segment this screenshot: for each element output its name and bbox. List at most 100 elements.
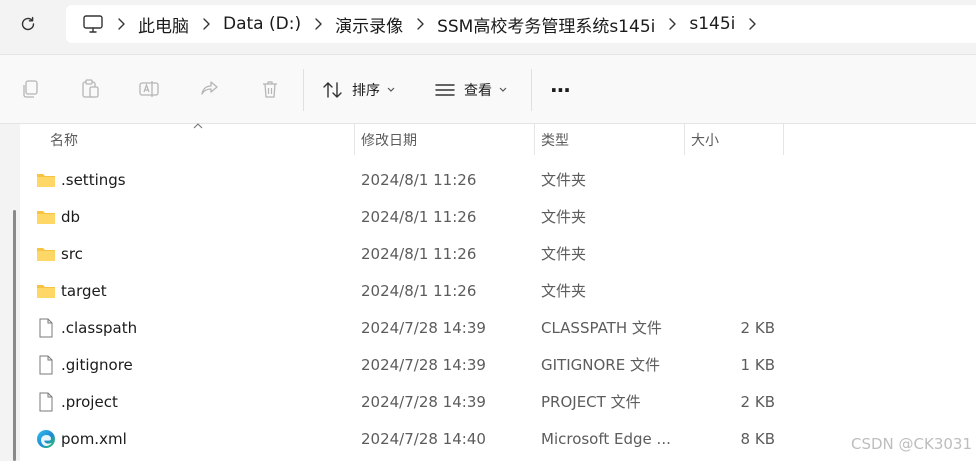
- column-divider[interactable]: [354, 124, 355, 155]
- paste-button[interactable]: [78, 77, 102, 101]
- breadcrumb-separator-icon[interactable]: [735, 17, 769, 31]
- folder-icon: [37, 174, 55, 187]
- view-list-icon: [435, 84, 455, 96]
- file-type: 文件夹: [541, 282, 587, 300]
- share-icon: [201, 81, 218, 95]
- file-size: 8 KB: [740, 429, 775, 448]
- file-date: 2024/8/1 11:26: [361, 244, 477, 263]
- file-row[interactable]: target 2024/8/1 11:26 文件夹: [10, 272, 976, 309]
- folder-icon: [37, 211, 55, 224]
- share-button[interactable]: [198, 77, 222, 101]
- file-date: 2024/7/28 14:39: [361, 355, 486, 374]
- command-bar: 排序 查看 ···: [0, 54, 976, 124]
- file-icon: [39, 355, 53, 375]
- file-row[interactable]: pom.xml 2024/7/28 14:40 Microsoft Edge .…: [10, 420, 976, 457]
- column-header-date[interactable]: 修改日期: [361, 124, 531, 155]
- sort-label: 排序: [352, 83, 380, 99]
- refresh-button[interactable]: [14, 10, 42, 38]
- address-box[interactable]: 此电脑 Data (D:) 演示录像 SSM高校考务管理系统s145i s145…: [66, 5, 976, 43]
- file-date: 2024/8/1 11:26: [361, 207, 477, 226]
- breadcrumb-current-folder[interactable]: s145i: [689, 14, 735, 34]
- file-size: [690, 161, 775, 198]
- column-header-date-label: 修改日期: [361, 132, 417, 149]
- copy-icon: [23, 80, 38, 98]
- file-date: 2024/7/28 14:40: [361, 429, 486, 448]
- file-type: 文件夹: [541, 245, 587, 263]
- file-size: [690, 198, 775, 235]
- breadcrumb-separator-icon[interactable]: [189, 17, 223, 31]
- file-name: db: [61, 207, 81, 226]
- sort-icon: [323, 82, 342, 98]
- column-header-size[interactable]: 大小: [691, 124, 781, 155]
- file-name: src: [61, 244, 83, 263]
- breadcrumb-separator-icon[interactable]: [403, 17, 437, 31]
- file-row[interactable]: .settings 2024/8/1 11:26 文件夹: [10, 161, 976, 198]
- watermark: CSDN @CK3031: [850, 435, 972, 453]
- column-divider[interactable]: [783, 124, 784, 155]
- file-icon: [39, 392, 53, 412]
- file-row[interactable]: .gitignore 2024/7/28 14:39 GITIGNORE 文件 …: [10, 346, 976, 383]
- address-bar-row: 此电脑 Data (D:) 演示录像 SSM高校考务管理系统s145i s145…: [0, 0, 976, 48]
- file-row[interactable]: .project 2024/7/28 14:39 PROJECT 文件 2 KB: [10, 383, 976, 420]
- file-size: [690, 235, 775, 272]
- delete-icon: [263, 81, 277, 98]
- breadcrumb-drive[interactable]: Data (D:): [223, 14, 301, 34]
- file-type: CLASSPATH 文件: [541, 319, 662, 337]
- toolbar-divider: [303, 69, 304, 111]
- file-name: target: [61, 281, 107, 300]
- refresh-icon: [21, 16, 35, 31]
- folder-icon: [37, 248, 55, 261]
- column-header-size-label: 大小: [691, 132, 719, 149]
- file-name: .classpath: [61, 318, 138, 337]
- column-header-name-label: 名称: [50, 132, 78, 149]
- file-size: 2 KB: [740, 392, 775, 411]
- file-icon: [39, 318, 53, 338]
- sort-button[interactable]: 排序: [322, 73, 396, 107]
- file-type: PROJECT 文件: [541, 393, 641, 411]
- breadcrumb-folder-1[interactable]: 演示录像: [335, 12, 403, 37]
- chevron-down-icon: [499, 87, 507, 92]
- view-button[interactable]: 查看: [434, 73, 508, 107]
- column-divider[interactable]: [534, 124, 535, 155]
- paste-icon: [82, 79, 99, 98]
- file-type: GITIGNORE 文件: [541, 356, 660, 374]
- column-header-type-label: 类型: [541, 132, 569, 149]
- file-date: 2024/7/28 14:39: [361, 392, 486, 411]
- file-size: 1 KB: [740, 355, 775, 374]
- rename-icon: [139, 81, 159, 97]
- file-type: 文件夹: [541, 208, 587, 226]
- file-date: 2024/8/1 11:26: [361, 170, 477, 189]
- copy-button[interactable]: [18, 77, 42, 101]
- file-type: Microsoft Edge ...: [541, 429, 671, 448]
- edge-icon: [37, 430, 55, 448]
- file-size: [690, 272, 775, 309]
- more-options-icon: ···: [550, 78, 571, 102]
- breadcrumb-separator-icon[interactable]: [104, 17, 138, 31]
- breadcrumb-folder-2[interactable]: SSM高校考务管理系统s145i: [437, 12, 655, 37]
- file-row[interactable]: src 2024/8/1 11:26 文件夹: [10, 235, 976, 272]
- file-row[interactable]: db 2024/8/1 11:26 文件夹: [10, 198, 976, 235]
- file-type: 文件夹: [541, 171, 587, 189]
- file-name: .project: [61, 392, 118, 411]
- file-name: .gitignore: [61, 355, 133, 374]
- file-date: 2024/7/28 14:39: [361, 318, 486, 337]
- rename-button[interactable]: [137, 77, 161, 101]
- breadcrumb-separator-icon[interactable]: [655, 17, 689, 31]
- file-name: pom.xml: [61, 429, 127, 448]
- folder-icon: [37, 285, 55, 298]
- more-options-button[interactable]: ···: [550, 73, 571, 107]
- file-date: 2024/8/1 11:26: [361, 281, 477, 300]
- column-divider[interactable]: [684, 124, 685, 155]
- column-header-name[interactable]: 名称: [50, 124, 350, 155]
- breadcrumb-separator-icon[interactable]: [301, 17, 335, 31]
- breadcrumb-this-pc[interactable]: 此电脑: [138, 12, 189, 37]
- delete-button[interactable]: [258, 77, 282, 101]
- file-name: .settings: [61, 170, 126, 189]
- monitor-icon: [83, 15, 103, 33]
- view-label: 查看: [464, 83, 492, 99]
- column-header-type[interactable]: 类型: [541, 124, 681, 155]
- chevron-down-icon: [387, 87, 395, 92]
- file-row[interactable]: .classpath 2024/7/28 14:39 CLASSPATH 文件 …: [10, 309, 976, 346]
- file-size: 2 KB: [740, 318, 775, 337]
- toolbar-divider: [531, 69, 532, 111]
